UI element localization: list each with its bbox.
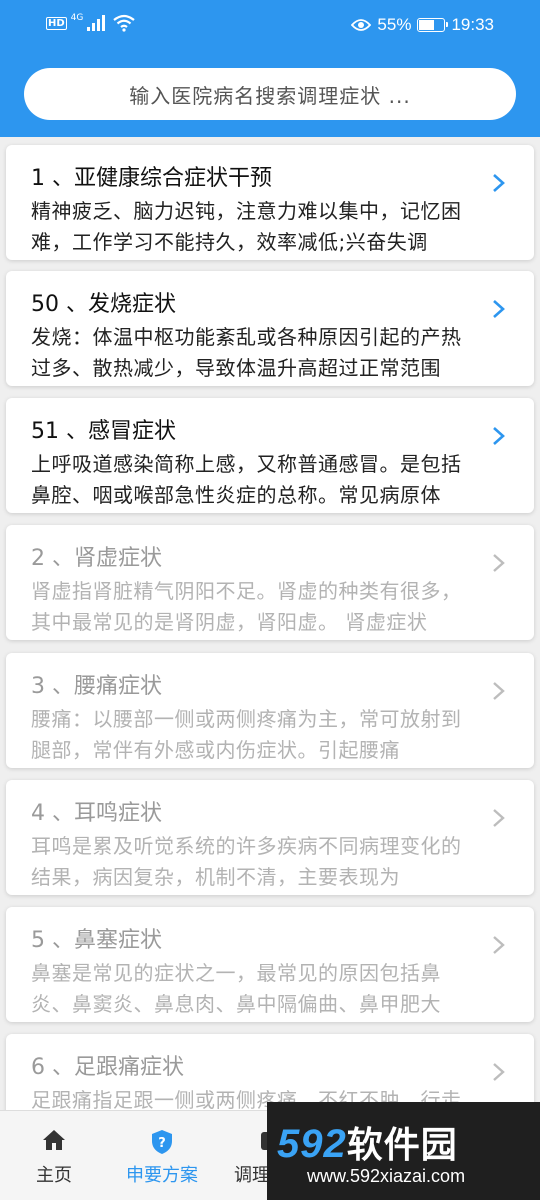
item-description: 腰痛：以腰部一侧或两侧疼痛为主，常可放射到腿部，常伴有外感或内伤症状。引起腰痛 [31, 707, 462, 762]
watermark-logo: 592软件园 [277, 1116, 458, 1168]
home-icon [43, 1130, 65, 1150]
item-title: 2 、肾虚症状 [31, 546, 162, 571]
watermark-logo-number: 592 [277, 1122, 347, 1166]
chevron-right-icon [493, 554, 505, 572]
item-title: 5 、鼻塞症状 [31, 928, 162, 953]
list-item[interactable]: 4 、耳鸣症状 耳鸣是累及听觉系统的许多疾病不同病理变化的结果，病因复杂，机制不… [6, 780, 534, 895]
list-item[interactable]: 1 、亚健康综合症状干预 精神疲乏、脑力迟钝，注意力难以集中，记忆困难，工作学习… [6, 145, 534, 260]
network-indicators: HD 4G [46, 13, 136, 32]
item-description: 上呼吸道感染简称上感，又称普通感冒。是包括鼻腔、咽或喉部急性炎症的总称。常见病原… [31, 452, 462, 507]
item-title: 4 、耳鸣症状 [31, 801, 162, 826]
item-description: 发烧：体温中枢功能紊乱或各种原因引起的产热过多、散热减少，导致体温升高超过正常范… [31, 325, 462, 380]
status-bar: HD 4G 55% 19:33 [0, 0, 540, 52]
tab-label: 主页 [36, 1165, 72, 1186]
svg-text:?: ? [158, 1136, 166, 1151]
item-title: 1 、亚健康综合症状干预 [31, 166, 272, 191]
chevron-right-icon [493, 300, 505, 318]
tab-home[interactable]: 主页 [0, 1111, 108, 1200]
item-title: 50 、发烧症状 [31, 292, 176, 317]
chevron-right-icon [493, 427, 505, 445]
watermark-logo-text: 软件园 [346, 1124, 458, 1165]
item-description: 耳鸣是累及听觉系统的许多疾病不同病理变化的结果，病因复杂，机制不清，主要表现为 [31, 834, 462, 889]
battery-level [419, 20, 434, 30]
chevron-right-icon [493, 1063, 505, 1081]
shield-question-icon: ? [152, 1130, 172, 1154]
chevron-right-icon [493, 174, 505, 192]
list-item[interactable]: 3 、腰痛症状 腰痛：以腰部一侧或两侧疼痛为主，常可放射到腿部，常伴有外感或内伤… [6, 653, 534, 768]
list-item[interactable]: 2 、肾虚症状 肾虚指肾脏精气阴阳不足。肾虚的种类有很多，其中最常见的是肾阴虚，… [6, 525, 534, 640]
battery-percent: 55% [377, 15, 412, 34]
hd-badge: HD [46, 16, 67, 30]
eye-icon [351, 19, 372, 31]
site-watermark: 592软件园 www.592xiazai.com [267, 1102, 540, 1200]
clock: 19:33 [451, 15, 494, 34]
search-input[interactable]: 输入医院病名搜索调理症状 ... [24, 68, 516, 120]
item-title: 3 、腰痛症状 [31, 674, 162, 699]
app-header: HD 4G 55% 19:33 输入医院病名搜索调理症状 ... [0, 0, 540, 137]
list-item[interactable]: 50 、发烧症状 发烧：体温中枢功能紊乱或各种原因引起的产热过多、散热减少，导致… [6, 271, 534, 386]
chevron-right-icon [493, 936, 505, 954]
chevron-right-icon [493, 682, 505, 700]
item-title: 51 、感冒症状 [31, 419, 176, 444]
symptom-list: 1 、亚健康综合症状干预 精神疲乏、脑力迟钝，注意力难以集中，记忆困难，工作学习… [0, 137, 540, 1110]
watermark-url: www.592xiazai.com [307, 1166, 466, 1186]
tab-label: 申要方案 [126, 1165, 198, 1186]
list-item[interactable]: 51 、感冒症状 上呼吸道感染简称上感，又称普通感冒。是包括鼻腔、咽或喉部急性炎… [6, 398, 534, 513]
search-placeholder: 输入医院病名搜索调理症状 ... [129, 83, 411, 108]
item-title: 6 、足跟痛症状 [31, 1055, 184, 1080]
tab-plans[interactable]: ? 申要方案 [108, 1111, 216, 1200]
battery-icon [417, 18, 449, 32]
network-type: 4G [70, 13, 84, 23]
item-description: 鼻塞是常见的症状之一，最常见的原因包括鼻炎、鼻窦炎、鼻息肉、鼻中隔偏曲、鼻甲肥大 [31, 961, 441, 1016]
chevron-right-icon [493, 809, 505, 827]
list-item[interactable]: 6 、足跟痛症状 足跟痛指足跟一侧或两侧疼痛，不红不肿，行走不便 [6, 1034, 534, 1110]
item-description: 肾虚指肾脏精气阴阳不足。肾虚的种类有很多，其中最常见的是肾阴虚，肾阳虚。 肾虚症… [31, 579, 462, 634]
status-right: 55% 19:33 [351, 15, 494, 35]
list-item[interactable]: 5 、鼻塞症状 鼻塞是常见的症状之一，最常见的原因包括鼻炎、鼻窦炎、鼻息肉、鼻中… [6, 907, 534, 1022]
signal-icon [87, 15, 106, 31]
item-description: 精神疲乏、脑力迟钝，注意力难以集中，记忆困难，工作学习不能持久，效率减低;兴奋失… [31, 199, 462, 254]
wifi-icon [113, 14, 136, 32]
